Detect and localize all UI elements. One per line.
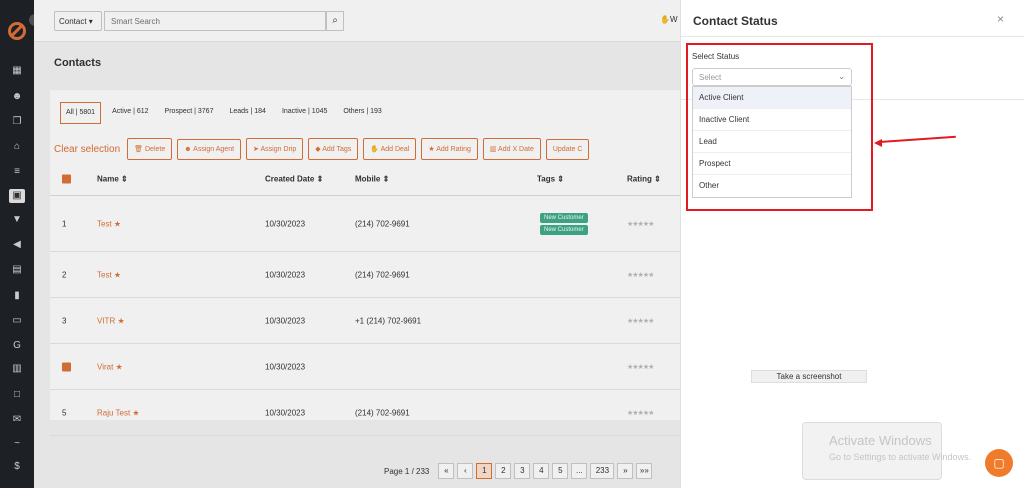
highlight-box bbox=[686, 43, 873, 211]
activate-windows-subtitle: Go to Settings to activate Windows. bbox=[829, 452, 972, 462]
chat-icon[interactable]: ▢ bbox=[985, 449, 1013, 477]
activate-windows-title: Activate Windows bbox=[829, 433, 932, 448]
close-icon[interactable]: × bbox=[997, 12, 1004, 26]
modal-backdrop[interactable] bbox=[0, 0, 680, 488]
system-tray-popup bbox=[802, 422, 942, 480]
screenshot-tooltip: Take a screenshot bbox=[751, 370, 867, 383]
divider bbox=[681, 36, 1024, 37]
panel-title: Contact Status bbox=[693, 14, 778, 28]
